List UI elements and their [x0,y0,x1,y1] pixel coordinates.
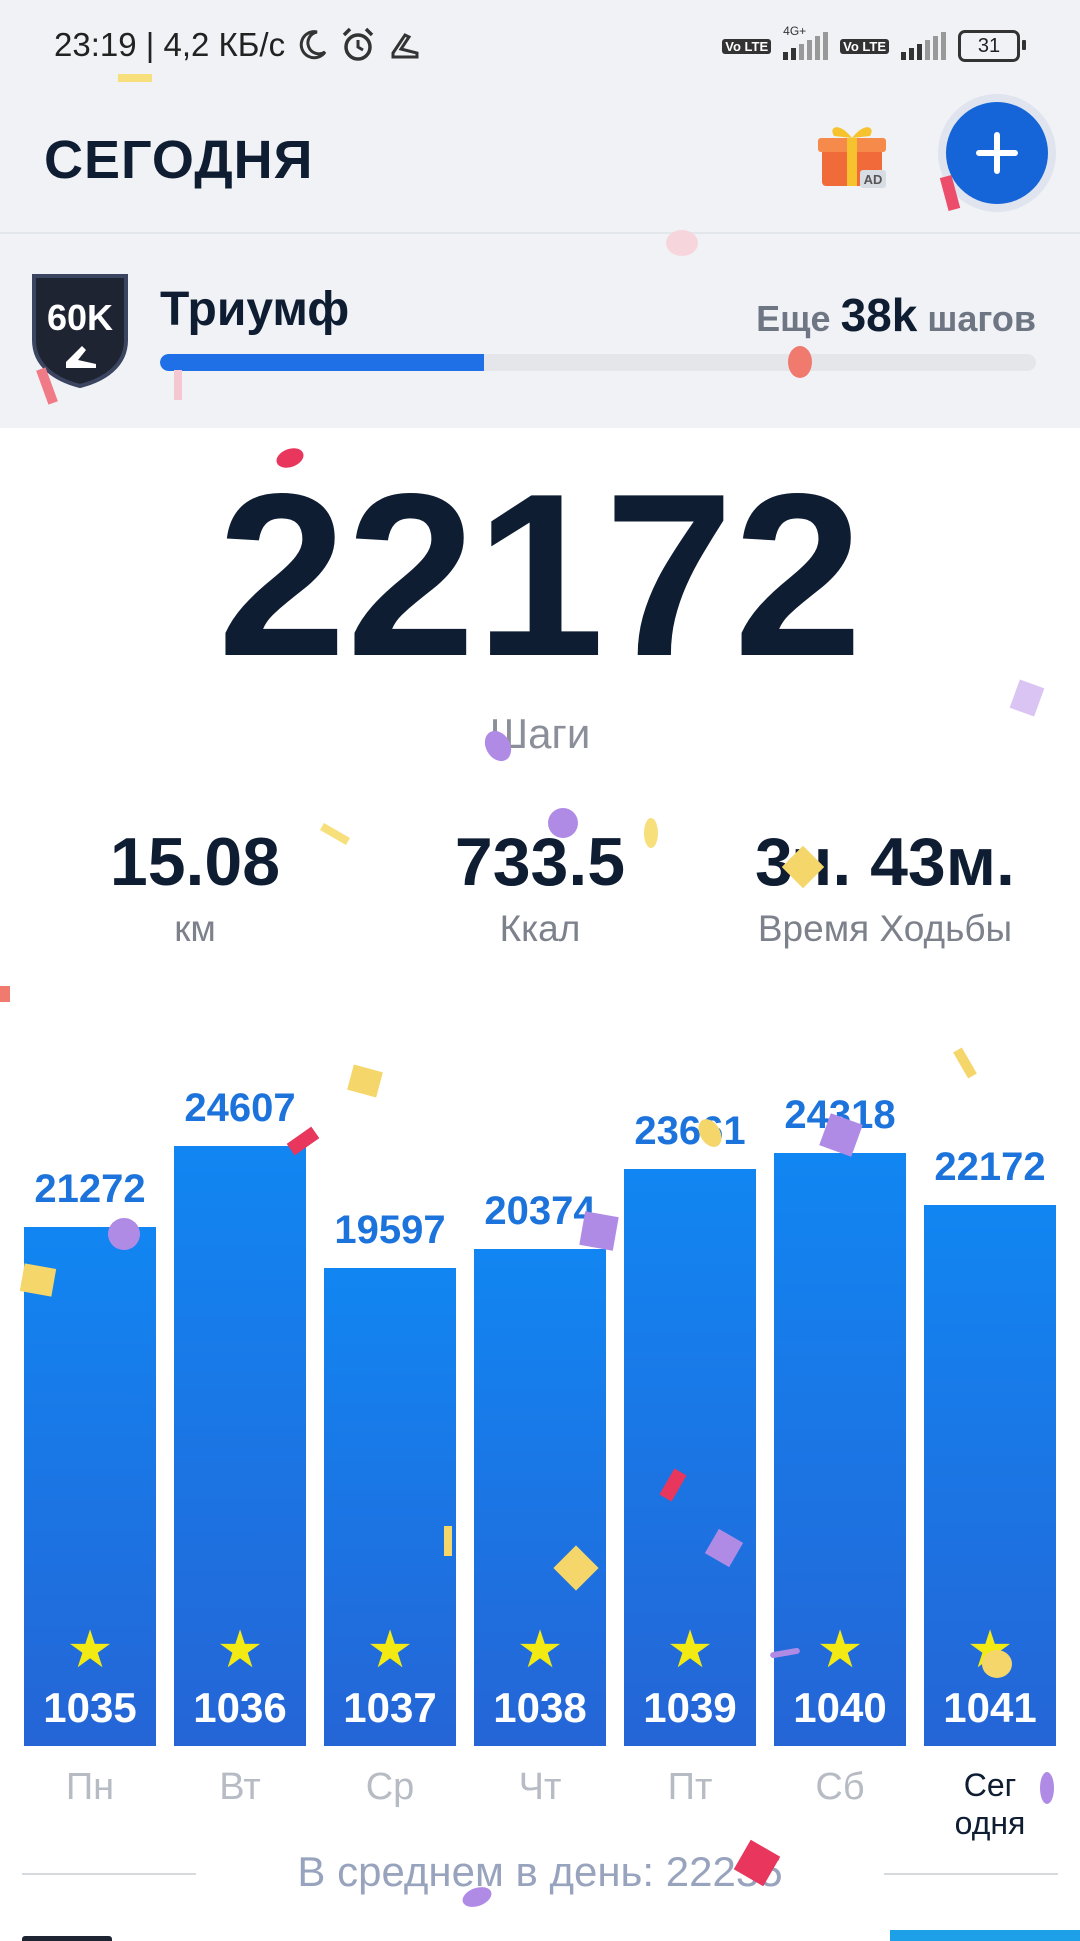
chart-day-label: Ср [365,1766,415,1808]
shoe-icon [391,33,419,59]
steps-label: Шаги [489,710,591,757]
stat-walking-time-label: Время Ходьбы [757,908,1013,949]
confetti-piece [19,1263,57,1297]
header: СЕГОДНЯ AD [0,96,1080,234]
remaining-value: 38k [840,289,918,341]
status-left: 23:19 | 4,2 КБ/с [54,26,423,64]
star-icon: ★ [666,1621,714,1679]
stat-distance-value: 15.08 [109,824,281,900]
confetti-piece [579,1211,619,1251]
gift-icon: AD [818,127,886,188]
chart-bar-value: 19597 [334,1208,446,1252]
stat-distance: 15.08 км [15,822,375,950]
gift-ad-label: AD [864,172,883,187]
status-bar: 23:19 | 4,2 КБ/с Vo LTE 4G+ Vo LTE 31 [0,0,1080,96]
star-icon: ★ [366,1621,414,1679]
chart-day-label: Сег одня [954,1767,1026,1841]
bottom-nav-edge-accent [890,1930,1080,1941]
confetti-piece [118,74,152,82]
moon-icon [299,30,327,60]
achievement-title: Триумф [160,283,350,336]
add-button[interactable] [946,102,1048,204]
plus-icon [976,132,1018,174]
stat-distance-label: км [174,908,216,949]
chart-bar-value: 24607 [184,1086,296,1130]
confetti-piece [108,1218,140,1250]
chart-day-label: Пн [65,1766,115,1808]
alarm-icon [342,27,374,61]
chart-bar-count: 1035 [43,1684,137,1731]
star-icon: ★ [516,1621,564,1679]
confetti-piece [444,1526,452,1556]
chart-bar-count: 1037 [343,1684,437,1731]
signal-icon-2 [901,32,946,60]
confetti-piece [644,818,658,848]
stat-calories: 733.5 Ккал [360,822,720,950]
chart-day-label: Пт [667,1766,713,1808]
volte-icon-2: Vo LTE [840,38,889,54]
chart-bar-count: 1038 [493,1684,587,1731]
chart-bar-count: 1041 [943,1684,1037,1731]
chart-bar-count: 1036 [193,1684,287,1731]
stat-walking-time-value: 3ч. 43м. [755,824,1015,900]
achievement-badge-text: 60K [47,297,113,338]
steps-count: 22172 [217,446,863,705]
star-icon: ★ [66,1621,114,1679]
page-title: СЕГОДНЯ [44,130,314,190]
confetti-piece [548,808,578,838]
chart-day-label: Чт [518,1766,562,1808]
battery-icon: 31 [958,30,1026,62]
achievement-remaining: Еще 38k шагов [756,288,1036,342]
stat-calories-value: 733.5 [454,824,626,900]
weekly-steps-chart: 21272 ★ 1035 Пн 24607 ★ 1036 Вт 19597 ★ 1037 Ср 2037… [0,1030,1080,1841]
status-right: Vo LTE 4G+ Vo LTE 31 [722,24,1026,62]
stat-walking-time: 3ч. 43м. Время Ходьбы [705,822,1065,950]
confetti-piece [788,346,812,378]
bottom-nav-edge [22,1936,112,1941]
remaining-suffix: шагов [927,298,1036,339]
stat-calories-label: Ккал [499,908,581,949]
achievement-progress-bar [160,354,1036,371]
signal-4g: 4G+ [783,24,829,60]
confetti-piece [982,1650,1012,1678]
network-label: 4G+ [783,24,807,38]
remaining-prefix: Еще [756,298,831,339]
confetti-piece [0,986,10,1002]
chart-bar-value: 22172 [934,1145,1046,1189]
confetti-piece [1040,1772,1054,1804]
confetti-piece [174,370,182,400]
star-icon: ★ [216,1621,264,1679]
confetti-piece [666,230,698,256]
chart-bar-count: 1039 [643,1684,737,1731]
chart-bar-count: 1040 [793,1684,887,1731]
volte-icon: Vo LTE [722,38,772,54]
gift-ad-button[interactable]: AD [816,118,888,190]
chart-bar-value: 21272 [34,1167,146,1211]
chart-bar-value: 23661 [634,1109,746,1153]
chart-day-label: Вт [219,1766,261,1808]
achievement-progress-fill [160,354,485,371]
chart-day-label: Сб [815,1766,865,1808]
average-per-day: В среднем в день: 22235 [297,1848,783,1895]
status-time-speed: 23:19 | 4,2 КБ/с [54,26,286,63]
